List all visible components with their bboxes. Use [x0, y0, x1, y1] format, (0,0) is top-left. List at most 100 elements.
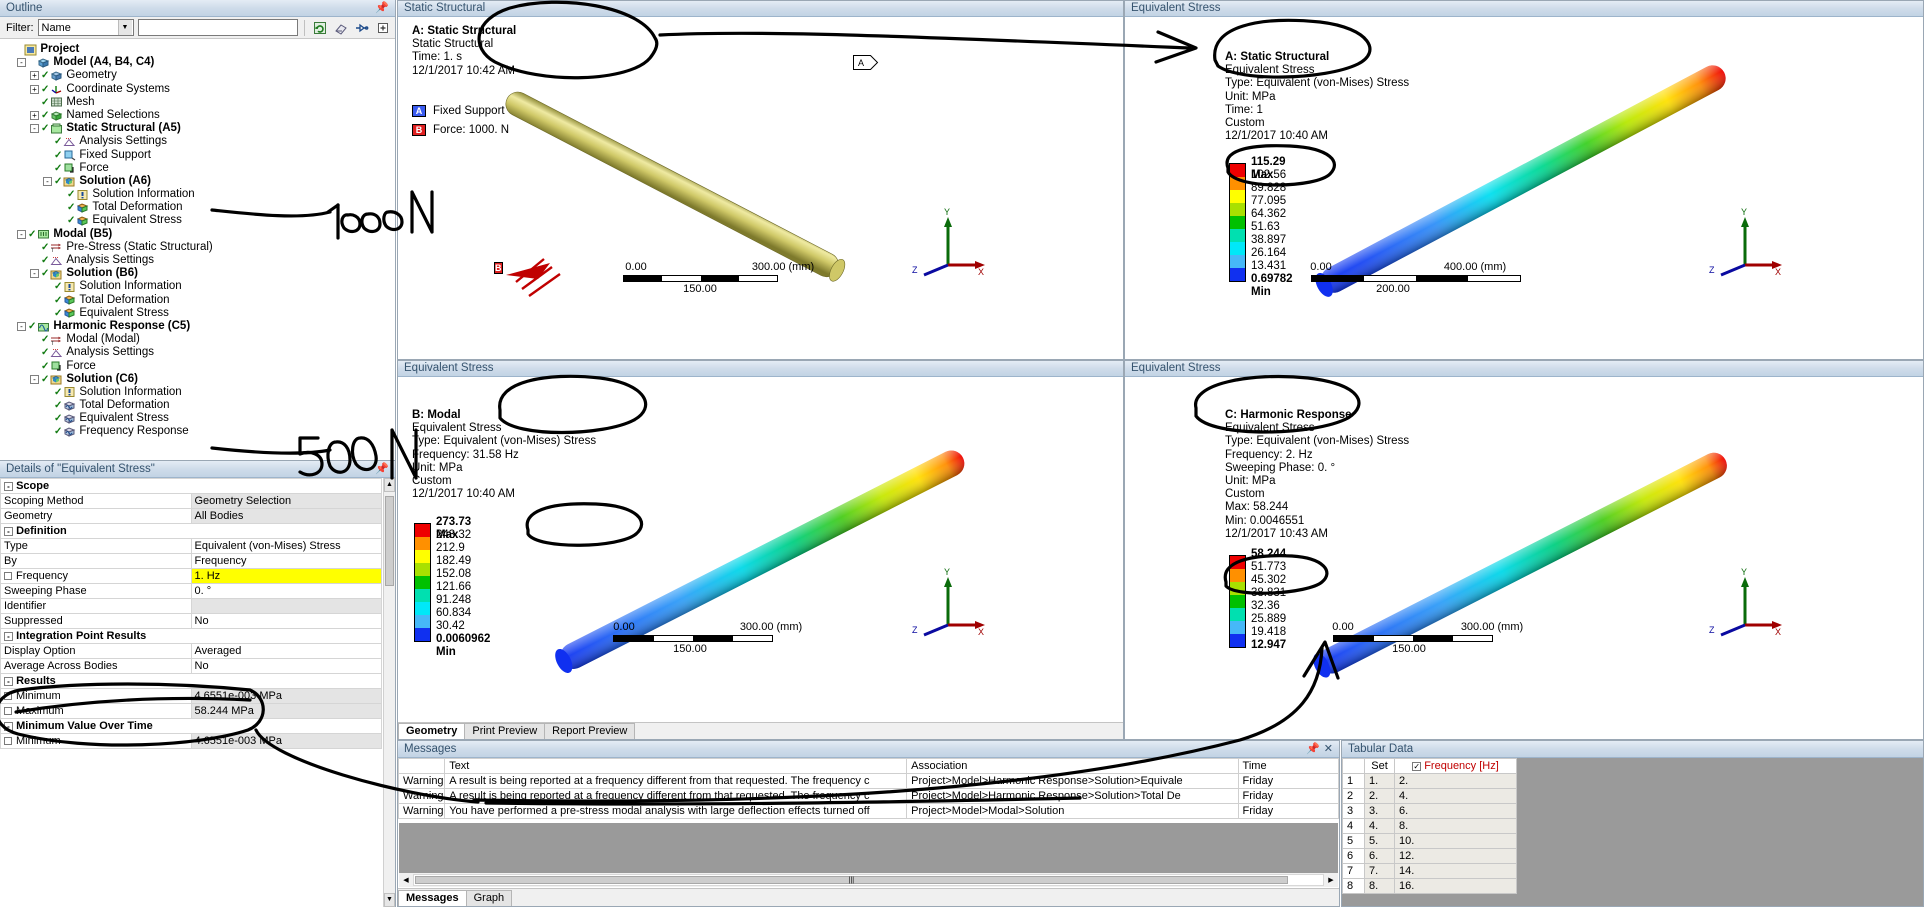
details-row[interactable]: Minimum 4.6551e-003 MPa — [0, 733, 382, 749]
details-row[interactable]: Maximum 58.244 MPa — [0, 703, 382, 719]
details-scrollbar[interactable]: ▲ ▼ — [383, 478, 395, 907]
details-value-cell[interactable]: Frequency — [190, 553, 382, 569]
viewport-static-equivalent-stress[interactable]: Equivalent Stress A: Static Structural E… — [1124, 0, 1924, 360]
scroll-right-icon[interactable]: ▶ — [1324, 876, 1338, 884]
details-value-cell[interactable]: Equivalent (von-Mises) Stress — [190, 538, 382, 554]
tabular-set[interactable]: 1. — [1364, 773, 1395, 789]
viewport-harmonic-equivalent-stress[interactable]: Equivalent Stress C: Harmonic Response E… — [1124, 360, 1924, 740]
details-group-header[interactable]: - Integration Point Results — [0, 628, 382, 644]
details-row[interactable]: Minimum 4.6551e-003 MPa — [0, 688, 382, 704]
details-row[interactable]: Suppressed No — [0, 613, 382, 629]
tree-item-solution-information[interactable]: ✓ Solution Information — [4, 188, 395, 201]
tree-expander[interactable]: - — [30, 269, 39, 279]
viewport-canvas[interactable]: A: Static Structural Equivalent Stress T… — [1125, 17, 1923, 359]
tree-item-named-selections[interactable]: + ✓ Named Selections — [4, 109, 395, 122]
scroll-track[interactable]: ||| — [413, 874, 1324, 886]
tree-item-model-a4-b4-c4[interactable]: -✓Model (A4, B4, C4) — [4, 56, 395, 69]
scroll-left-icon[interactable]: ◀ — [399, 876, 413, 884]
graphics-tabs[interactable]: Geometry Print Preview Report Preview — [398, 722, 1123, 739]
tree-item-analysis-settings[interactable]: ✓ Analysis Settings — [4, 346, 395, 359]
row-checkbox[interactable] — [4, 572, 12, 581]
details-row[interactable]: Identifier — [0, 598, 382, 614]
messages-col-0[interactable] — [397, 758, 446, 774]
details-row[interactable]: Average Across Bodies No — [0, 658, 382, 674]
tree-item-total-deformation[interactable]: ✓ Total Deformation — [4, 201, 395, 214]
tree-item-force[interactable]: ✓ Force — [4, 360, 395, 373]
tree-expander[interactable]: + — [30, 71, 39, 81]
filter-type-select[interactable]: Name ▼ — [37, 19, 134, 36]
tabular-set[interactable]: 4. — [1364, 818, 1395, 834]
tree-item-geometry[interactable]: + ✓ Geometry — [4, 69, 395, 82]
scroll-thumb[interactable]: ||| — [415, 876, 1288, 884]
tree-item-mesh[interactable]: ✓ Mesh — [4, 96, 395, 109]
details-value-cell[interactable]: Averaged — [190, 643, 382, 659]
tab-print-preview[interactable]: Print Preview — [464, 723, 546, 739]
tabular-row[interactable]: 4 4. 8. — [1342, 818, 1517, 834]
details-value-cell[interactable]: 4.6551e-003 MPa — [190, 733, 382, 749]
tree-item-equivalent-stress[interactable]: ✓ Equivalent Stress — [4, 214, 395, 227]
tree-item-solution-c6[interactable]: - ✓ Solution (C6) — [4, 373, 395, 386]
messages-hscrollbar[interactable]: ◀ ||| ▶ — [399, 873, 1338, 887]
col-frequency[interactable]: ✓ Frequency [Hz] — [1394, 758, 1517, 774]
tree-item-total-deformation[interactable]: ✓ Total Deformation — [4, 399, 395, 412]
group-collapse-icon[interactable]: - — [4, 482, 13, 491]
tabular-row[interactable]: 5 5. 10. — [1342, 833, 1517, 849]
close-icon[interactable]: ✕ — [1324, 743, 1333, 756]
group-collapse-icon[interactable]: - — [4, 677, 13, 686]
tree-expander[interactable]: + — [30, 84, 39, 94]
tree-expander[interactable]: - — [17, 58, 26, 68]
tree-item-coordinate-systems[interactable]: + ✓ Coordinate Systems — [4, 83, 395, 96]
tree-item-analysis-settings[interactable]: ✓ Analysis Settings — [4, 254, 395, 267]
details-row[interactable]: By Frequency — [0, 553, 382, 569]
tabular-frequency[interactable]: 12. — [1394, 848, 1517, 864]
group-collapse-icon[interactable]: - — [4, 632, 13, 641]
tree-item-harmonic-response-c5[interactable]: - ✓ Harmonic Response (C5) — [4, 320, 395, 333]
tree-item-analysis-settings[interactable]: ✓ Analysis Settings — [4, 135, 395, 148]
pin-icon[interactable]: 📌 — [375, 2, 389, 15]
details-value-cell[interactable]: 4.6551e-003 MPa — [190, 688, 382, 704]
tree-expander[interactable]: - — [30, 374, 39, 384]
tabular-frequency[interactable]: 4. — [1394, 788, 1517, 804]
filter-search-input[interactable] — [137, 19, 298, 36]
tree-item-total-deformation[interactable]: ✓ Total Deformation — [4, 294, 395, 307]
details-group-header[interactable]: - Minimum Value Over Time — [0, 718, 382, 734]
messages-row[interactable]: Warning A result is being reported at a f… — [397, 773, 1340, 789]
viewport-canvas[interactable]: C: Harmonic Response Equivalent Stress T… — [1125, 377, 1923, 739]
details-row[interactable]: Frequency 1. Hz — [0, 568, 382, 584]
scroll-down-icon[interactable]: ▼ — [384, 893, 395, 907]
tree-item-solution-information[interactable]: ✓ Solution Information — [4, 280, 395, 293]
messages-row[interactable]: Warning A result is being reported at a f… — [397, 788, 1340, 804]
details-group-header[interactable]: - Definition — [0, 523, 382, 539]
tabular-frequency[interactable]: 6. — [1394, 803, 1517, 819]
tree-item-frequency-response[interactable]: ✓ Frequency Response — [4, 425, 395, 438]
messages-col-2[interactable]: Association — [906, 758, 1239, 774]
tree-item-project[interactable]: ✓Project — [4, 43, 395, 56]
details-row[interactable]: Sweeping Phase 0. ° — [0, 583, 382, 599]
pin-icon[interactable]: 📌 — [1306, 743, 1320, 756]
tree-item-force[interactable]: ✓ Force — [4, 162, 395, 175]
tabular-set[interactable]: 5. — [1364, 833, 1395, 849]
details-value-cell[interactable]: Geometry Selection — [190, 493, 382, 509]
tree-item-equivalent-stress[interactable]: ✓ Equivalent Stress — [4, 307, 395, 320]
scroll-thumb[interactable] — [385, 496, 394, 586]
messages-row[interactable]: Warning You have performed a pre-stress m… — [397, 803, 1340, 819]
probe-icon[interactable] — [353, 19, 370, 36]
tabular-row[interactable]: 1 1. 2. — [1342, 773, 1517, 789]
details-group-header[interactable]: - Results — [0, 673, 382, 689]
tabular-set[interactable]: 7. — [1364, 863, 1395, 879]
scroll-up-icon[interactable]: ▲ — [384, 478, 395, 492]
details-row[interactable]: Type Equivalent (von-Mises) Stress — [0, 538, 382, 554]
details-row[interactable]: Geometry All Bodies — [0, 508, 382, 524]
messages-col-1[interactable]: Text — [444, 758, 908, 774]
tab-messages[interactable]: Messages — [398, 890, 467, 906]
row-checkbox[interactable] — [4, 692, 12, 701]
group-collapse-icon[interactable]: - — [4, 722, 13, 731]
tree-item-solution-b6[interactable]: - ✓ Solution (B6) — [4, 267, 395, 280]
tabular-frequency[interactable]: 16. — [1394, 878, 1517, 894]
tab-graph[interactable]: Graph — [465, 890, 513, 906]
tabular-set[interactable]: 6. — [1364, 848, 1395, 864]
tree-item-equivalent-stress[interactable]: ✓ Equivalent Stress — [4, 412, 395, 425]
tree-item-modal-modal[interactable]: ✓ T Modal (Modal) — [4, 333, 395, 347]
details-row[interactable]: Display Option Averaged — [0, 643, 382, 659]
row-checkbox[interactable] — [4, 707, 12, 716]
